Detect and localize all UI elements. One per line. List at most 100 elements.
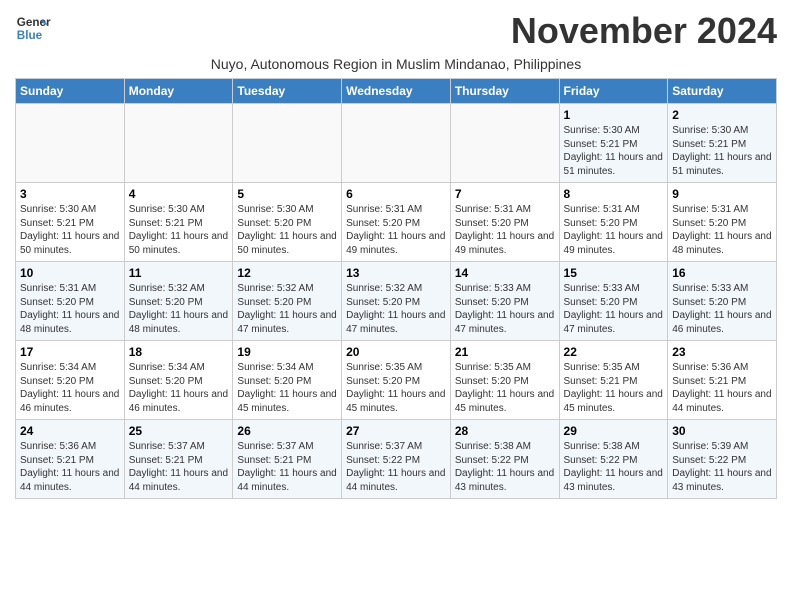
day-info: Sunrise: 5:32 AM Sunset: 5:20 PM Dayligh… xyxy=(346,282,446,336)
day-number: 30 xyxy=(672,424,772,438)
day-info: Sunrise: 5:34 AM Sunset: 5:20 PM Dayligh… xyxy=(129,361,229,415)
calendar-day-cell: 25 Sunrise: 5:37 AM Sunset: 5:21 PM Dayli… xyxy=(124,420,233,499)
calendar-week-row: 3 Sunrise: 5:30 AM Sunset: 5:21 PM Daylig… xyxy=(16,183,777,262)
day-number: 21 xyxy=(455,345,555,359)
day-info: Sunrise: 5:37 AM Sunset: 5:21 PM Dayligh… xyxy=(129,440,229,494)
svg-text:Blue: Blue xyxy=(17,29,43,42)
day-number: 3 xyxy=(20,187,120,201)
day-info: Sunrise: 5:30 AM Sunset: 5:21 PM Dayligh… xyxy=(672,124,772,178)
calendar-day-cell: 19 Sunrise: 5:34 AM Sunset: 5:20 PM Dayli… xyxy=(233,341,342,420)
day-number: 8 xyxy=(564,187,664,201)
day-info: Sunrise: 5:36 AM Sunset: 5:21 PM Dayligh… xyxy=(20,440,120,494)
calendar-day-cell xyxy=(342,104,451,183)
calendar-day-cell: 15Sunrise: 5:33 AM Sunset: 5:20 PM Dayli… xyxy=(559,262,668,341)
logo: General Blue xyxy=(15,10,51,46)
day-info: Sunrise: 5:30 AM Sunset: 5:21 PM Dayligh… xyxy=(564,124,664,178)
day-number: 25 xyxy=(129,424,229,438)
calendar-week-row: 17 Sunrise: 5:34 AM Sunset: 5:20 PM Dayli… xyxy=(16,341,777,420)
day-info: Sunrise: 5:32 AM Sunset: 5:20 PM Dayligh… xyxy=(129,282,229,336)
svg-text:General: General xyxy=(17,16,51,29)
weekday-header: Saturday xyxy=(668,79,777,104)
day-info: Sunrise: 5:33 AM Sunset: 5:20 PM Dayligh… xyxy=(564,282,664,336)
day-info: Sunrise: 5:35 AM Sunset: 5:20 PM Dayligh… xyxy=(455,361,555,415)
day-number: 18 xyxy=(129,345,229,359)
calendar-day-cell: 16Sunrise: 5:33 AM Sunset: 5:20 PM Dayli… xyxy=(668,262,777,341)
calendar-week-row: 1 Sunrise: 5:30 AM Sunset: 5:21 PM Daylig… xyxy=(16,104,777,183)
day-info: Sunrise: 5:34 AM Sunset: 5:20 PM Dayligh… xyxy=(237,361,337,415)
day-info: Sunrise: 5:30 AM Sunset: 5:21 PM Dayligh… xyxy=(129,203,229,257)
calendar-day-cell xyxy=(233,104,342,183)
day-number: 2 xyxy=(672,108,772,122)
day-number: 22 xyxy=(564,345,664,359)
month-title: November 2024 xyxy=(511,10,777,52)
day-number: 10 xyxy=(20,266,120,280)
day-info: Sunrise: 5:35 AM Sunset: 5:21 PM Dayligh… xyxy=(564,361,664,415)
calendar-day-cell: 7 Sunrise: 5:31 AM Sunset: 5:20 PM Daylig… xyxy=(450,183,559,262)
day-info: Sunrise: 5:38 AM Sunset: 5:22 PM Dayligh… xyxy=(564,440,664,494)
calendar-day-cell: 12 Sunrise: 5:32 AM Sunset: 5:20 PM Dayli… xyxy=(233,262,342,341)
calendar-day-cell: 23 Sunrise: 5:36 AM Sunset: 5:21 PM Dayli… xyxy=(668,341,777,420)
day-info: Sunrise: 5:31 AM Sunset: 5:20 PM Dayligh… xyxy=(346,203,446,257)
day-number: 1 xyxy=(564,108,664,122)
day-info: Sunrise: 5:37 AM Sunset: 5:21 PM Dayligh… xyxy=(237,440,337,494)
day-info: Sunrise: 5:32 AM Sunset: 5:20 PM Dayligh… xyxy=(237,282,337,336)
calendar-day-cell: 14Sunrise: 5:33 AM Sunset: 5:20 PM Dayli… xyxy=(450,262,559,341)
calendar-day-cell: 26 Sunrise: 5:37 AM Sunset: 5:21 PM Dayli… xyxy=(233,420,342,499)
day-info: Sunrise: 5:39 AM Sunset: 5:22 PM Dayligh… xyxy=(672,440,772,494)
calendar-day-cell xyxy=(124,104,233,183)
calendar-header: SundayMondayTuesdayWednesdayThursdayFrid… xyxy=(16,79,777,104)
day-number: 19 xyxy=(237,345,337,359)
calendar-day-cell: 3 Sunrise: 5:30 AM Sunset: 5:21 PM Daylig… xyxy=(16,183,125,262)
calendar-day-cell: 5 Sunrise: 5:30 AM Sunset: 5:20 PM Daylig… xyxy=(233,183,342,262)
calendar-day-cell: 1 Sunrise: 5:30 AM Sunset: 5:21 PM Daylig… xyxy=(559,104,668,183)
page-header: General Blue November 2024 xyxy=(15,10,777,52)
day-info: Sunrise: 5:36 AM Sunset: 5:21 PM Dayligh… xyxy=(672,361,772,415)
day-number: 11 xyxy=(129,266,229,280)
day-info: Sunrise: 5:38 AM Sunset: 5:22 PM Dayligh… xyxy=(455,440,555,494)
calendar-day-cell: 8Sunrise: 5:31 AM Sunset: 5:20 PM Daylig… xyxy=(559,183,668,262)
day-number: 23 xyxy=(672,345,772,359)
day-number: 26 xyxy=(237,424,337,438)
day-number: 7 xyxy=(455,187,555,201)
weekday-header: Tuesday xyxy=(233,79,342,104)
day-number: 17 xyxy=(20,345,120,359)
calendar-day-cell: 2 Sunrise: 5:30 AM Sunset: 5:21 PM Daylig… xyxy=(668,104,777,183)
day-info: Sunrise: 5:37 AM Sunset: 5:22 PM Dayligh… xyxy=(346,440,446,494)
day-number: 13 xyxy=(346,266,446,280)
calendar-day-cell: 9Sunrise: 5:31 AM Sunset: 5:20 PM Daylig… xyxy=(668,183,777,262)
day-number: 12 xyxy=(237,266,337,280)
day-number: 16 xyxy=(672,266,772,280)
day-info: Sunrise: 5:30 AM Sunset: 5:21 PM Dayligh… xyxy=(20,203,120,257)
weekday-header: Thursday xyxy=(450,79,559,104)
calendar-day-cell: 10Sunrise: 5:31 AM Sunset: 5:20 PM Dayli… xyxy=(16,262,125,341)
weekday-header: Wednesday xyxy=(342,79,451,104)
calendar-day-cell: 30 Sunrise: 5:39 AM Sunset: 5:22 PM Dayli… xyxy=(668,420,777,499)
page-subtitle: Nuyo, Autonomous Region in Muslim Mindan… xyxy=(15,56,777,72)
weekday-header: Friday xyxy=(559,79,668,104)
calendar-week-row: 10Sunrise: 5:31 AM Sunset: 5:20 PM Dayli… xyxy=(16,262,777,341)
calendar-day-cell: 28 Sunrise: 5:38 AM Sunset: 5:22 PM Dayli… xyxy=(450,420,559,499)
calendar-day-cell: 17 Sunrise: 5:34 AM Sunset: 5:20 PM Dayli… xyxy=(16,341,125,420)
day-info: Sunrise: 5:31 AM Sunset: 5:20 PM Dayligh… xyxy=(455,203,555,257)
calendar-day-cell xyxy=(16,104,125,183)
day-number: 28 xyxy=(455,424,555,438)
day-info: Sunrise: 5:35 AM Sunset: 5:20 PM Dayligh… xyxy=(346,361,446,415)
weekday-header: Monday xyxy=(124,79,233,104)
day-number: 4 xyxy=(129,187,229,201)
calendar-day-cell: 11 Sunrise: 5:32 AM Sunset: 5:20 PM Dayli… xyxy=(124,262,233,341)
weekday-header: Sunday xyxy=(16,79,125,104)
calendar-day-cell: 18 Sunrise: 5:34 AM Sunset: 5:20 PM Dayli… xyxy=(124,341,233,420)
day-number: 24 xyxy=(20,424,120,438)
day-info: Sunrise: 5:30 AM Sunset: 5:20 PM Dayligh… xyxy=(237,203,337,257)
day-number: 20 xyxy=(346,345,446,359)
calendar-day-cell: 29 Sunrise: 5:38 AM Sunset: 5:22 PM Dayli… xyxy=(559,420,668,499)
day-number: 6 xyxy=(346,187,446,201)
calendar-day-cell: 22 Sunrise: 5:35 AM Sunset: 5:21 PM Dayli… xyxy=(559,341,668,420)
day-info: Sunrise: 5:31 AM Sunset: 5:20 PM Dayligh… xyxy=(672,203,772,257)
day-info: Sunrise: 5:34 AM Sunset: 5:20 PM Dayligh… xyxy=(20,361,120,415)
day-number: 29 xyxy=(564,424,664,438)
calendar-day-cell xyxy=(450,104,559,183)
day-number: 5 xyxy=(237,187,337,201)
calendar-week-row: 24 Sunrise: 5:36 AM Sunset: 5:21 PM Dayli… xyxy=(16,420,777,499)
calendar-day-cell: 4 Sunrise: 5:30 AM Sunset: 5:21 PM Daylig… xyxy=(124,183,233,262)
